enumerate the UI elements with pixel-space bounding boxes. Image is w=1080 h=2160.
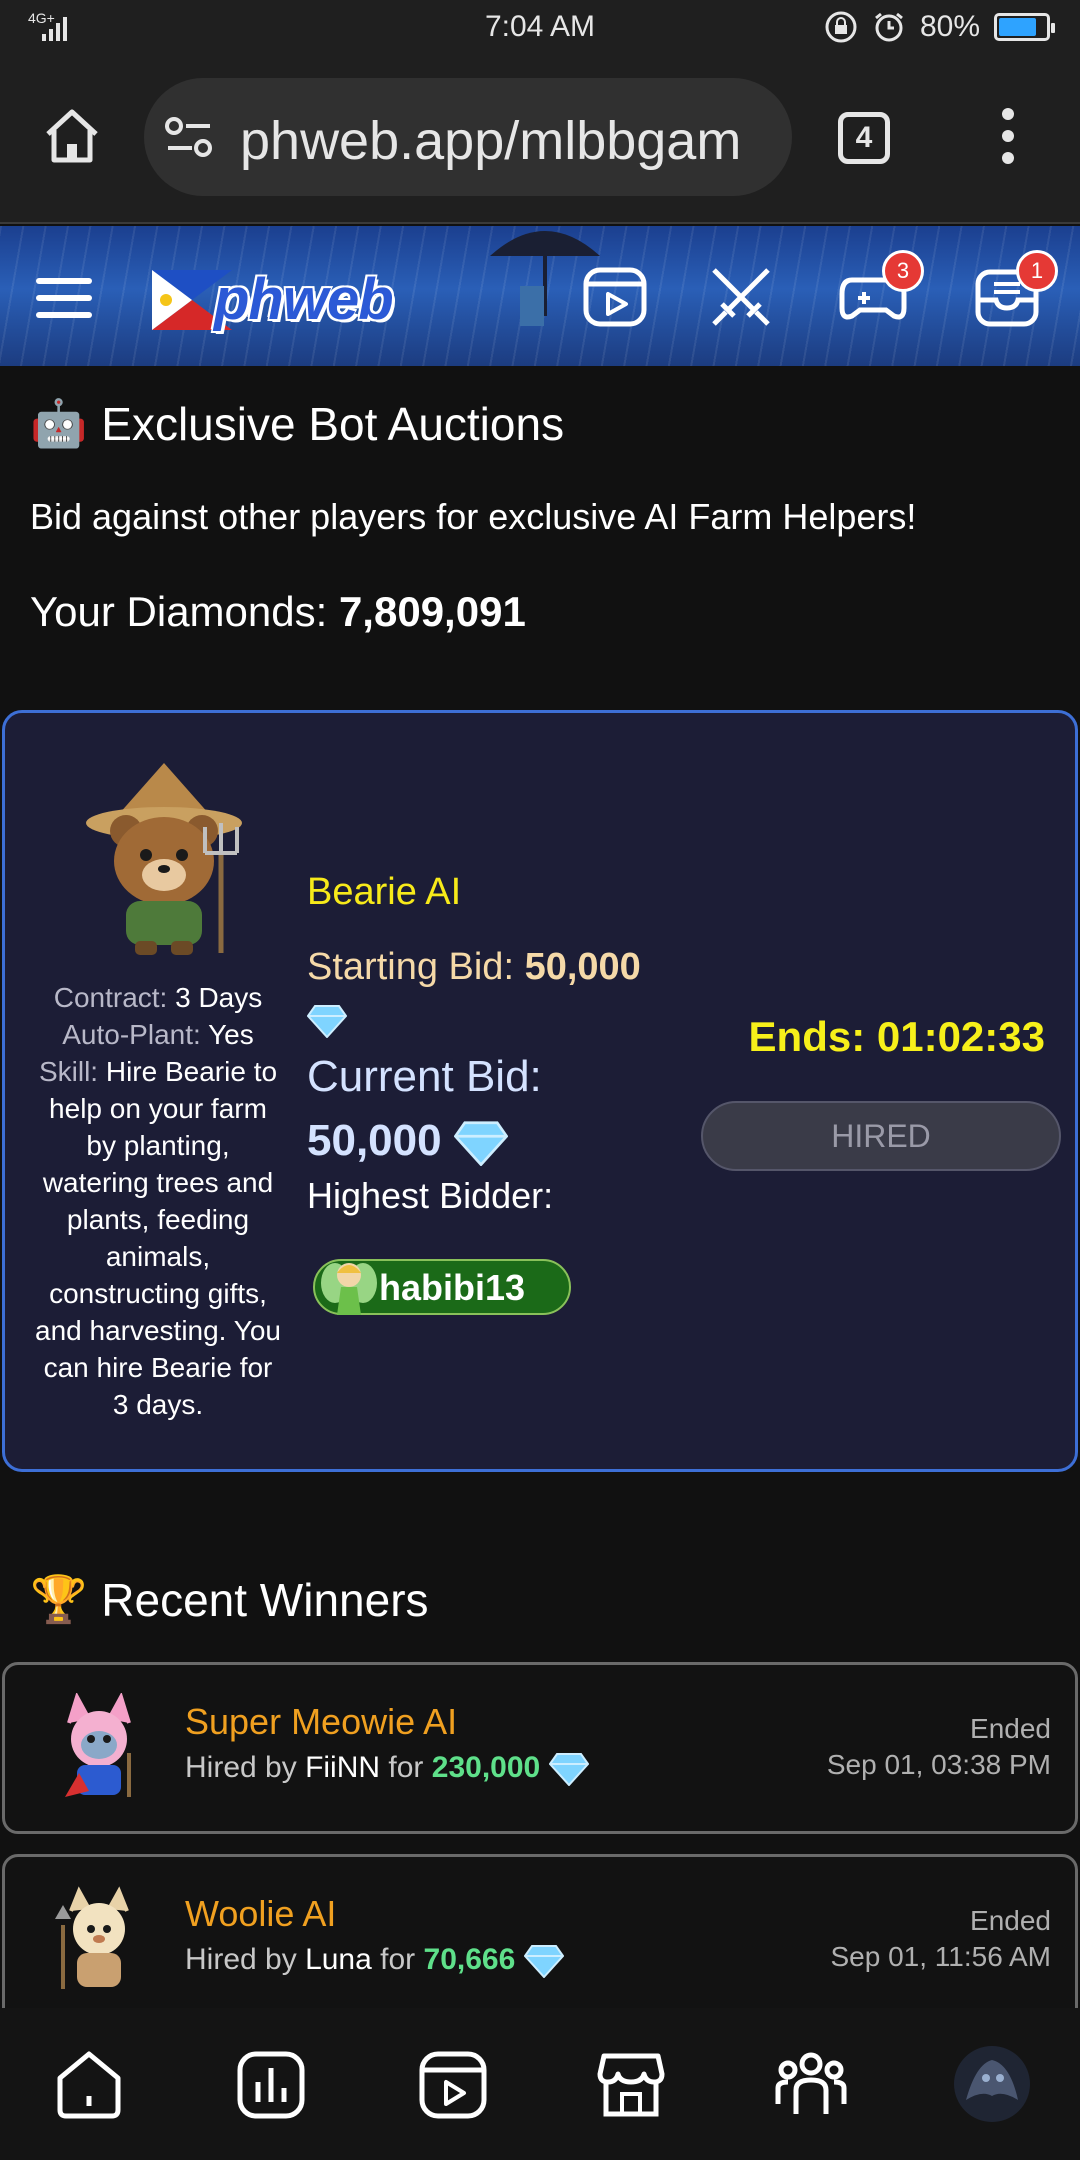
auction-card: Contract: 3 Days Auto-Plant: Yes Skill: …	[2, 710, 1078, 1472]
winners-title: Recent Winners	[101, 1573, 429, 1626]
status-bar: 4G+ 7:04 AM 80%	[0, 0, 1080, 56]
tab-switcher-button[interactable]: 4	[838, 112, 890, 164]
nav-shop-icon[interactable]	[594, 2048, 668, 2122]
diamond-icon	[548, 1753, 589, 1787]
hired-by-label: Hired by	[185, 1751, 297, 1784]
trophy-icon: 🏆	[30, 1573, 88, 1625]
current-bid: Current Bid: 50,000	[307, 1045, 607, 1173]
battery-percent: 80%	[919, 10, 980, 43]
current-bid-value: 50,000	[307, 1116, 442, 1165]
notification-badge: 3	[882, 250, 924, 292]
url-text: phweb.app/mlbbgam	[240, 111, 742, 171]
winner-item[interactable]: Super Meowie AI Hired by FiiNN for 230,0…	[2, 1662, 1078, 1834]
winner-item[interactable]: Woolie AI Hired by Luna for 70,666 Ended…	[2, 1854, 1078, 2026]
highest-bidder-chip[interactable]: habibi13	[313, 1259, 571, 1315]
page-title: Exclusive Bot Auctions	[101, 397, 565, 450]
notification-badge: 1	[1016, 250, 1058, 292]
robot-icon: 🤖	[30, 397, 88, 449]
logo-text: phweb	[214, 267, 394, 332]
inbox-button[interactable]: 1	[972, 250, 1058, 332]
bot-name: Bearie AI	[307, 871, 462, 913]
browser-toolbar: phweb.app/mlbbgam 4	[0, 56, 1080, 224]
skill-label: Skill:	[38, 1056, 99, 1087]
winner-status: Ended	[970, 1713, 1051, 1744]
bearie-bot-avatar	[86, 763, 242, 955]
games-button[interactable]: 3	[838, 250, 924, 332]
super-meowie-avatar	[65, 1693, 131, 1797]
winner-date: Sep 01, 03:38 PM	[826, 1749, 1051, 1780]
profile-avatar[interactable]	[952, 2044, 1032, 2124]
contract-value: 3 Days	[175, 982, 263, 1013]
nav-community-icon[interactable]	[774, 2048, 848, 2122]
alarm-icon	[875, 12, 903, 42]
auctions-heading: 🤖 Exclusive Bot Auctions	[30, 396, 564, 451]
starting-bid: Starting Bid: 50,000	[307, 941, 687, 1045]
woolie-avatar	[55, 1886, 129, 1989]
autoplant-value: Yes	[208, 1019, 254, 1050]
address-bar[interactable]: phweb.app/mlbbgam	[144, 78, 792, 196]
winner-user: FiiNN	[305, 1751, 381, 1784]
winner-hired-line: Hired by Luna for 70,666	[185, 1943, 564, 1979]
site-settings-icon[interactable]	[164, 114, 214, 160]
overflow-menu-icon[interactable]	[990, 108, 1026, 172]
diamond-balance-label: Your Diamonds:	[30, 588, 328, 635]
winner-amount: 70,666	[423, 1943, 516, 1976]
home-icon[interactable]	[42, 106, 102, 166]
diamond-balance-value: 7,809,091	[338, 588, 526, 635]
highest-bidder-label: Highest Bidder:	[307, 1175, 554, 1216]
highest-bidder-name: habibi13	[379, 1267, 526, 1308]
hired-button[interactable]: HIRED	[701, 1101, 1061, 1171]
video-play-icon[interactable]	[580, 262, 650, 332]
contract-label: Contract:	[53, 982, 168, 1013]
current-bid-label: Current Bid:	[307, 1052, 542, 1101]
winner-amount: 230,000	[431, 1751, 541, 1784]
winner-date: Sep 01, 11:56 AM	[830, 1941, 1051, 1972]
diamond-icon	[453, 1121, 508, 1167]
lock-rotation-icon	[825, 11, 857, 43]
winner-bot-name: Super Meowie AI	[185, 1701, 458, 1742]
fairy-avatar-icon	[321, 1263, 377, 1315]
starting-bid-label: Starting Bid:	[307, 946, 514, 988]
bottom-navigation	[0, 2008, 1080, 2160]
site-logo[interactable]: phweb	[152, 264, 402, 334]
hired-by-label: Hired by	[185, 1943, 297, 1976]
diamond-icon	[523, 1945, 564, 1979]
auction-countdown: Ends: 01:02:33	[748, 1013, 1045, 1060]
nav-video-icon[interactable]	[416, 2048, 490, 2122]
site-header: phweb 3 1	[0, 226, 1080, 366]
winner-status: Ended	[970, 1905, 1051, 1936]
for-label: for	[388, 1751, 424, 1784]
winner-hired-line: Hired by FiiNN for 230,000	[185, 1751, 589, 1787]
bot-details: Contract: 3 Days Auto-Plant: Yes Skill: …	[35, 979, 281, 1423]
crossed-swords-icon[interactable]	[706, 262, 776, 332]
winner-bot-name: Woolie AI	[185, 1893, 337, 1934]
skill-description: Hire Bearie to help on your farm by plan…	[35, 1056, 281, 1420]
hamburger-menu-icon[interactable]	[36, 278, 92, 318]
winners-heading: 🏆 Recent Winners	[30, 1572, 429, 1627]
auctions-subtitle: Bid against other players for exclusive …	[30, 496, 917, 537]
diamond-icon	[307, 1004, 347, 1038]
winner-user: Luna	[305, 1943, 372, 1976]
nav-home-icon[interactable]	[52, 2048, 126, 2122]
starting-bid-value: 50,000	[524, 946, 641, 988]
for-label: for	[380, 1943, 416, 1976]
winner-end-info: Ended Sep 01, 11:56 AM	[830, 1903, 1051, 1975]
nav-leaderboard-icon[interactable]	[234, 2048, 308, 2122]
winner-end-info: Ended Sep 01, 03:38 PM	[827, 1711, 1051, 1783]
autoplant-label: Auto-Plant:	[62, 1019, 201, 1050]
battery-icon	[994, 13, 1055, 41]
diamond-balance: Your Diamonds: 7,809,091	[30, 588, 526, 636]
